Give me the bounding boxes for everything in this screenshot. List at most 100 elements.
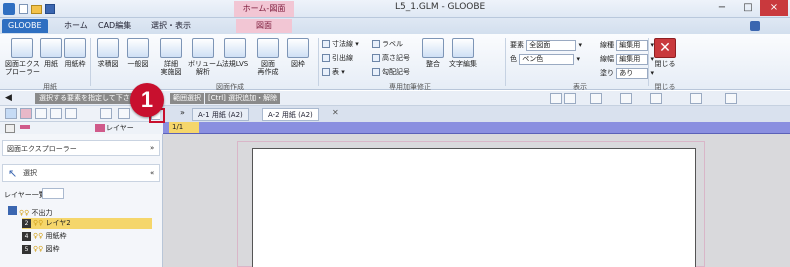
color-select[interactable]: 色 ペン色 ▾: [510, 54, 580, 65]
ribbon-tabs: GLOOBE ホーム CAD編集 選択・表示 図面: [0, 18, 790, 34]
close-x-icon: ✕: [654, 38, 676, 58]
text-edit-button[interactable]: 文字編集: [446, 38, 480, 68]
layer-filter-icon[interactable]: [42, 188, 64, 199]
fill-select[interactable]: 塗り あり ▾: [600, 68, 654, 79]
cursor-arrow-icon: ↖: [8, 167, 18, 180]
linetype-select[interactable]: 線種 編集用 ▾: [600, 40, 654, 51]
align-icon: [422, 38, 444, 58]
chain-icon[interactable]: [100, 108, 112, 119]
close-drawing-button[interactable]: ✕ 閉じる: [652, 38, 678, 68]
select-arrow-icon[interactable]: [5, 108, 17, 119]
tab-select-display[interactable]: 選択・表示: [145, 19, 197, 33]
layer-list-label: レイヤー一覧: [4, 191, 46, 199]
layer-number: 5: [22, 245, 31, 254]
new-icon[interactable]: [19, 4, 28, 14]
minimize-button[interactable]: −: [710, 0, 734, 16]
nav-arrows-icon[interactable]: »: [180, 108, 185, 117]
table-icon: [322, 68, 330, 76]
snap2-icon[interactable]: [564, 93, 576, 104]
dimension-line-button[interactable]: 寸法線 ▾: [322, 40, 359, 49]
redraw-icon: [257, 38, 279, 58]
layer-row-paperframe[interactable]: 4 ♀♀ 用紙枠: [22, 231, 67, 242]
drawing-frame-icon: [287, 38, 309, 58]
lightbulb-icon[interactable]: [650, 93, 662, 104]
layer-row-frame[interactable]: 5 ♀♀ 図枠: [22, 244, 60, 255]
level-mark-button[interactable]: 高さ記号: [372, 54, 410, 63]
app-logo-icon[interactable]: [3, 3, 15, 15]
detail-drawing-button[interactable]: 詳細 実施図: [156, 38, 186, 76]
snap-icon[interactable]: [550, 93, 562, 104]
back-icon[interactable]: ◀: [5, 93, 12, 103]
table-button[interactable]: 表 ▾: [322, 68, 345, 77]
select-diag-icon[interactable]: [35, 108, 47, 119]
law-lvs-button[interactable]: 法規LVS: [219, 38, 251, 68]
redraw-label: 図面 再作成: [257, 60, 279, 76]
paper-frame-button[interactable]: 用紙枠: [62, 38, 88, 68]
close-tab-icon[interactable]: ✕: [332, 108, 339, 117]
element-label: 要素: [510, 41, 524, 49]
select-section[interactable]: 選択: [2, 164, 160, 182]
layer-number: 2: [22, 219, 31, 228]
slope-mark-label: 勾配記号: [382, 68, 410, 76]
element-select[interactable]: 要素 全図面 ▾: [510, 40, 582, 51]
tab-cad-edit[interactable]: CAD編集: [92, 19, 137, 33]
help-icon[interactable]: [750, 21, 760, 31]
separator: [318, 38, 319, 86]
dimension-icon: [322, 40, 330, 48]
doc-tab-a1[interactable]: A-1 用紙 (A2): [192, 108, 249, 121]
close-button[interactable]: ×: [760, 0, 788, 16]
layer-color-icon[interactable]: [690, 93, 702, 104]
volume-analysis-button[interactable]: ボリューム 解析: [188, 38, 223, 76]
layer-row-noprint[interactable]: ♀♀ 不出力: [8, 206, 53, 217]
range-select-hint: 範囲選択: [170, 93, 204, 104]
paper-label: 用紙: [44, 60, 58, 68]
area-drawing-button[interactable]: 求積図: [93, 38, 123, 68]
color-picker-icon[interactable]: [5, 124, 15, 133]
tab-drawing[interactable]: 図面: [236, 19, 292, 33]
law-lvs-icon: [224, 38, 246, 58]
more-icon[interactable]: [118, 108, 130, 119]
leader-line-button[interactable]: 引出線: [322, 54, 353, 63]
select-cross-icon[interactable]: [20, 108, 32, 119]
paper-frame-label: 用紙枠: [64, 60, 86, 68]
title-bar: ホーム-図面 L5_1.GLM - GLOOBE − □ ×: [0, 0, 790, 18]
paper-frame-icon: [64, 38, 86, 58]
layer-pencil-icon[interactable]: [95, 124, 105, 132]
tab-home[interactable]: ホーム: [58, 19, 94, 33]
chevron-up-icon[interactable]: «: [150, 169, 154, 177]
close-drawing-label: 閉じる: [654, 60, 676, 68]
law-lvs-label: 法規LVS: [221, 60, 249, 68]
doc-tab-a2[interactable]: A-2 用紙 (A2): [262, 108, 319, 121]
layer-row-2[interactable]: 2 ♀♀ レイヤ2: [22, 218, 152, 229]
drawing-explorer-button[interactable]: 図面エクス プローラー: [5, 38, 40, 76]
redraw-button[interactable]: 図面 再作成: [253, 38, 283, 76]
layer-label: レイヤー: [106, 124, 134, 132]
element-value: 全図面: [526, 40, 577, 51]
drawing-frame-button[interactable]: 図枠: [286, 38, 310, 68]
save-icon[interactable]: [45, 4, 55, 14]
maximize-button[interactable]: □: [736, 0, 760, 16]
slope-mark-button[interactable]: 勾配記号: [372, 68, 410, 77]
align-button[interactable]: 整合: [421, 38, 445, 68]
view-icon[interactable]: [590, 93, 602, 104]
undo-icon[interactable]: [620, 93, 632, 104]
paper-button[interactable]: 用紙: [40, 38, 62, 68]
open-icon[interactable]: [31, 5, 42, 14]
linewidth-select[interactable]: 線幅 編集用 ▾: [600, 54, 654, 65]
area-drawing-icon: [97, 38, 119, 58]
fill-value: あり: [616, 68, 649, 79]
leader-icon: [322, 54, 330, 62]
tab-gloobe[interactable]: GLOOBE: [2, 19, 48, 33]
pen-icon[interactable]: [20, 125, 30, 129]
callout-badge: 1: [130, 83, 164, 117]
general-drawing-button[interactable]: 一般図: [123, 38, 153, 68]
label-icon: [372, 40, 380, 48]
hatch-icon[interactable]: [65, 108, 77, 119]
select-line-icon[interactable]: [50, 108, 62, 119]
chevron-down-icon[interactable]: »: [150, 144, 154, 152]
label-button[interactable]: ラベル: [372, 40, 403, 49]
grid-icon[interactable]: [725, 93, 737, 104]
paper-sheet[interactable]: [252, 148, 696, 267]
layer-name: 用紙枠: [45, 232, 67, 240]
drawing-explorer-panel: 図面エクスプローラー » 選択 ↖ « レイヤー一覧 ♀♀ 不出力 2 ♀♀ レイ…: [0, 134, 163, 267]
